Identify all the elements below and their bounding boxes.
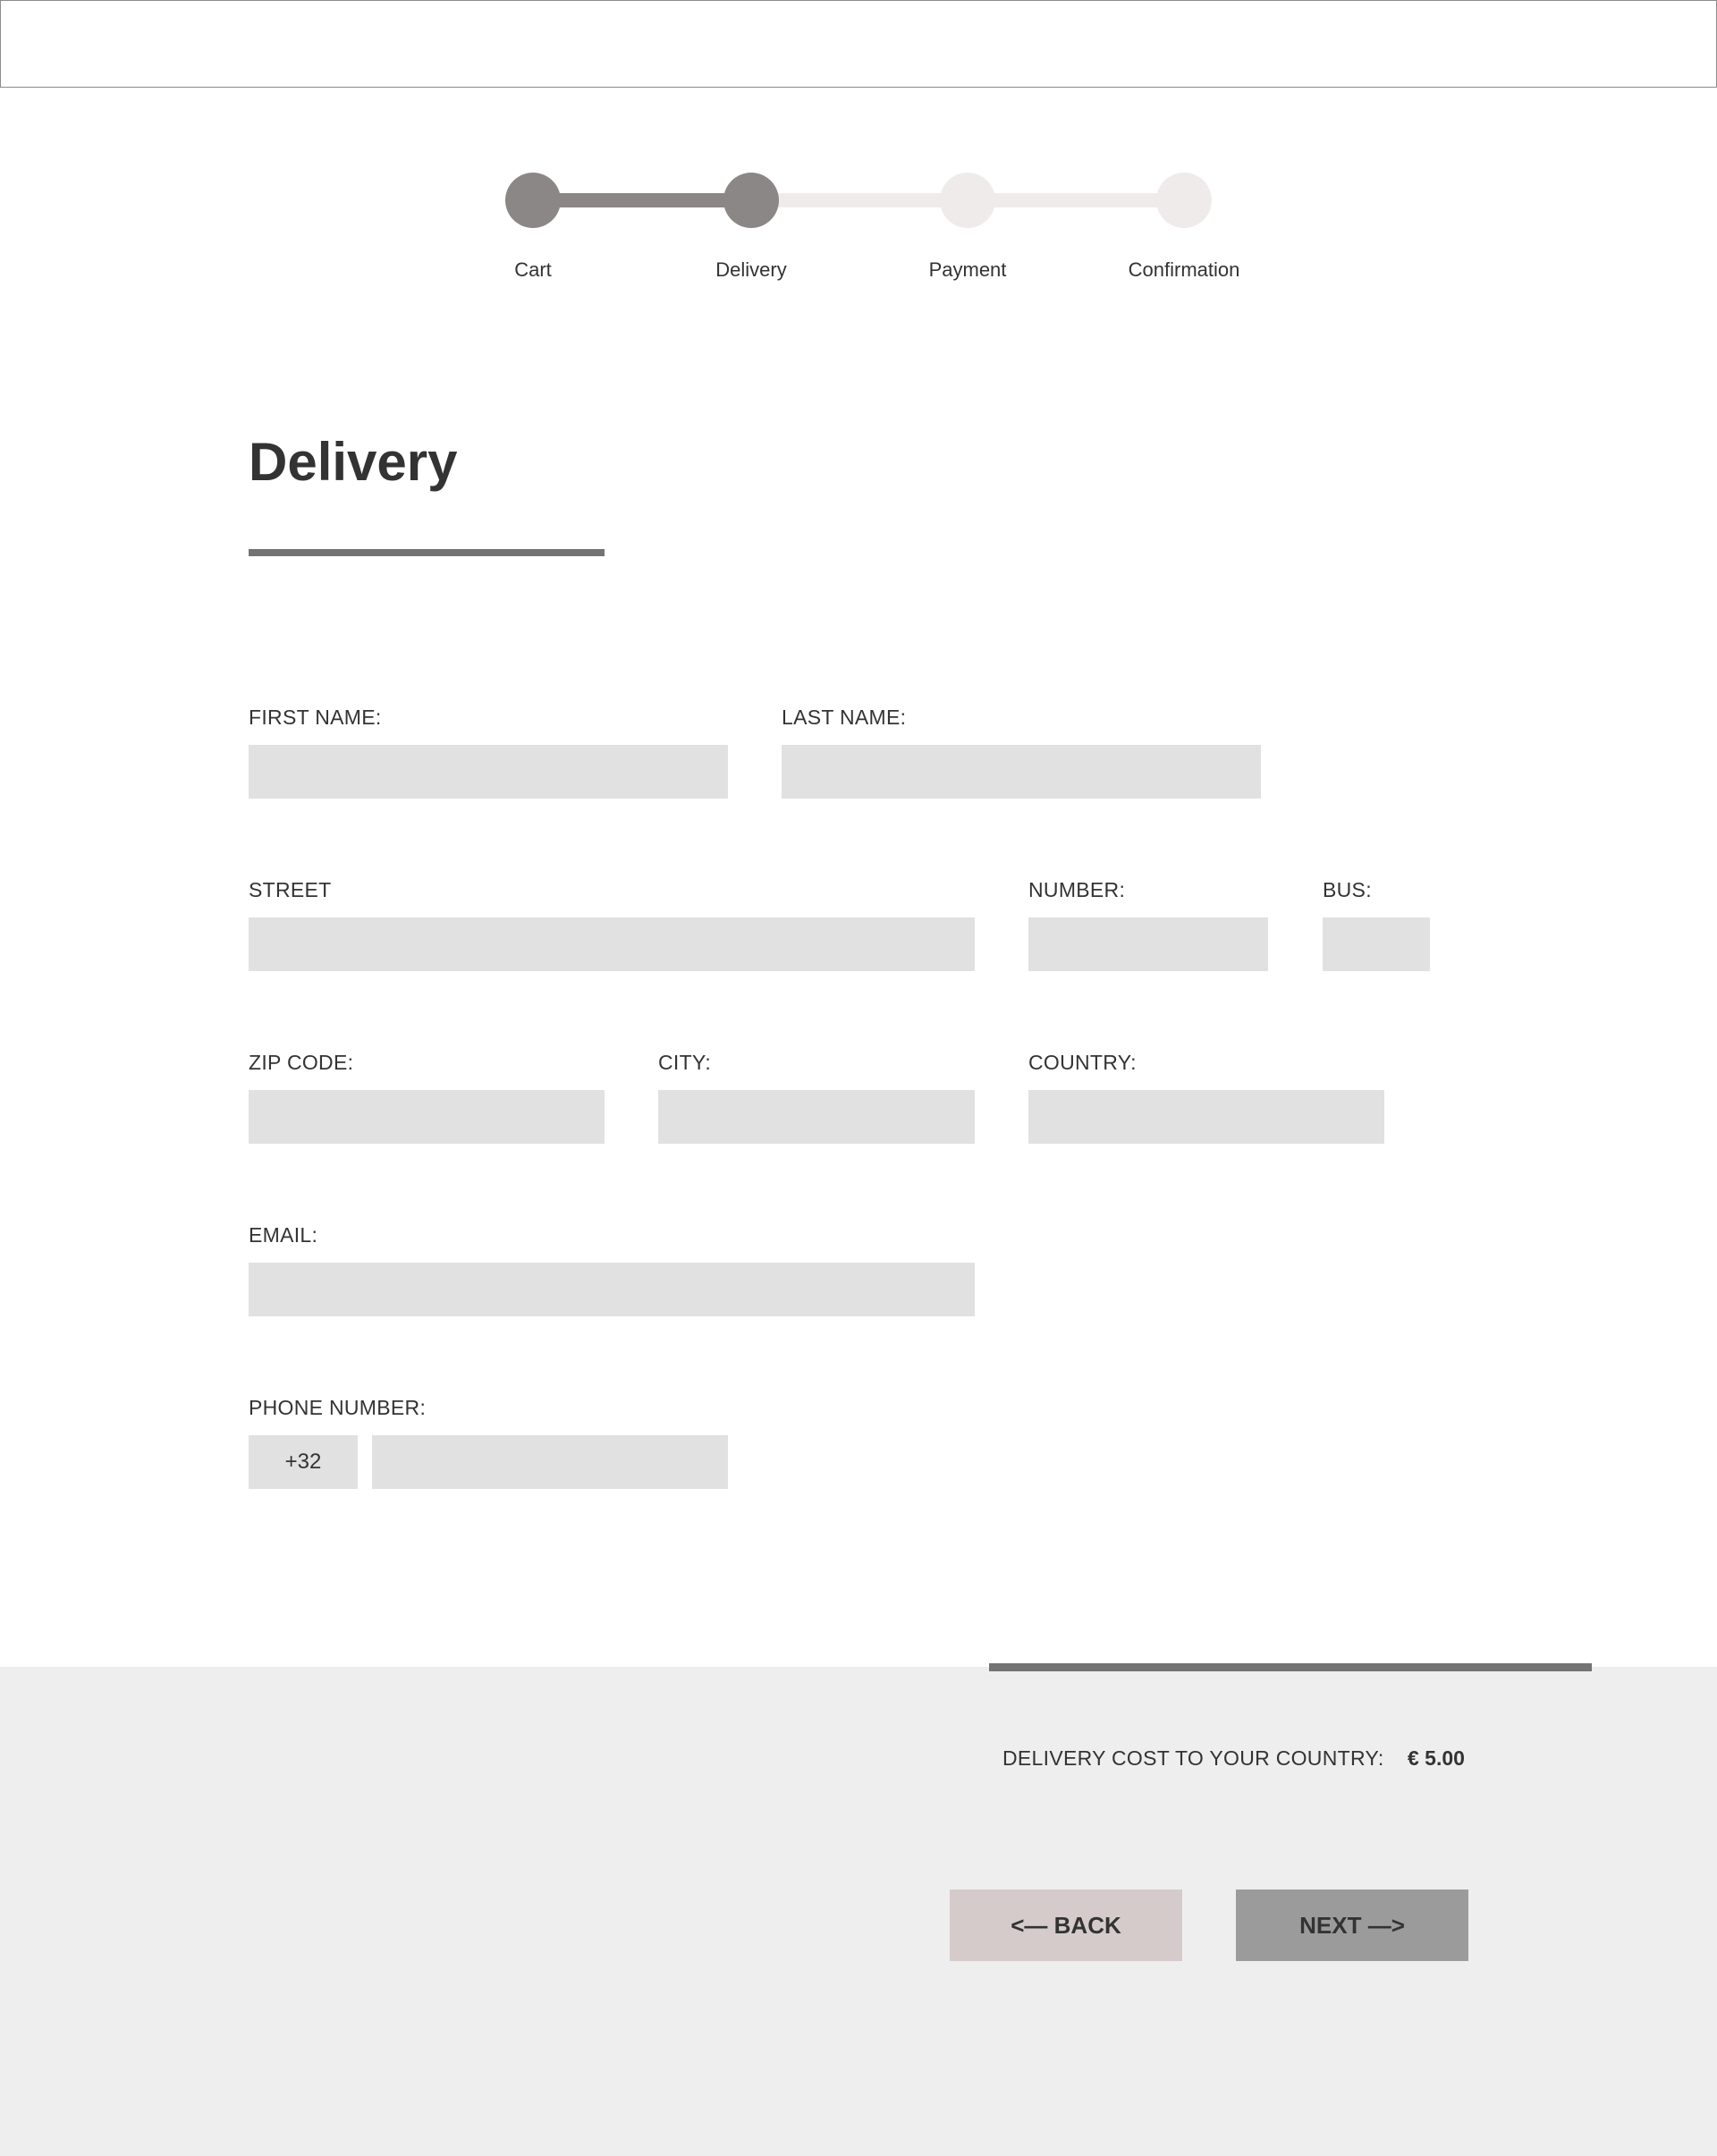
city-label: CITY: (658, 1051, 712, 1074)
step-dot-payment (940, 173, 995, 228)
title-underline (249, 549, 605, 556)
step-label-cart: Cart (514, 258, 552, 281)
email-input[interactable] (249, 1263, 975, 1316)
house-number-input[interactable] (1028, 917, 1268, 971)
step-dot-cart[interactable] (505, 173, 561, 228)
step-label-delivery: Delivery (715, 258, 787, 281)
email-label: EMAIL: (249, 1223, 318, 1247)
country-label: COUNTRY: (1028, 1051, 1137, 1074)
step-connector-cart-delivery (533, 193, 751, 207)
country-input[interactable] (1028, 1090, 1384, 1144)
zip-code-input[interactable] (249, 1090, 605, 1144)
bus-label: BUS: (1323, 878, 1372, 901)
first-name-input[interactable] (249, 745, 728, 799)
first-name-label: FIRST NAME: (249, 706, 382, 729)
step-dot-confirmation (1156, 173, 1212, 228)
checkout-progress-stepper: Cart Delivery Payment Confirmation (0, 0, 1717, 304)
phone-number-label: PHONE NUMBER: (249, 1396, 427, 1419)
step-connector-payment-confirmation (969, 193, 1188, 207)
step-label-payment: Payment (928, 258, 1007, 281)
city-input[interactable] (658, 1090, 975, 1144)
phone-country-code[interactable]: +32 (249, 1435, 358, 1489)
number-label: NUMBER: (1028, 878, 1126, 901)
last-name-label: LAST NAME: (782, 706, 907, 729)
summary-divider (989, 1663, 1592, 1671)
page-title: Delivery (249, 432, 458, 492)
delivery-cost-value: € 5.00 (1408, 1746, 1465, 1770)
zip-code-label: ZIP CODE: (249, 1051, 354, 1074)
street-label: STREET (249, 878, 332, 901)
step-dot-delivery[interactable] (723, 173, 779, 228)
step-label-confirmation: Confirmation (1128, 258, 1240, 281)
back-button[interactable]: <— BACK (950, 1890, 1182, 1961)
last-name-input[interactable] (782, 745, 1261, 799)
phone-number-input[interactable] (372, 1435, 728, 1489)
street-input[interactable] (249, 917, 975, 971)
next-button[interactable]: NEXT —> (1236, 1890, 1468, 1961)
step-connector-delivery-payment (751, 193, 969, 207)
bus-input[interactable] (1323, 917, 1430, 971)
delivery-cost-label: DELIVERY COST TO YOUR COUNTRY: (1002, 1746, 1384, 1770)
